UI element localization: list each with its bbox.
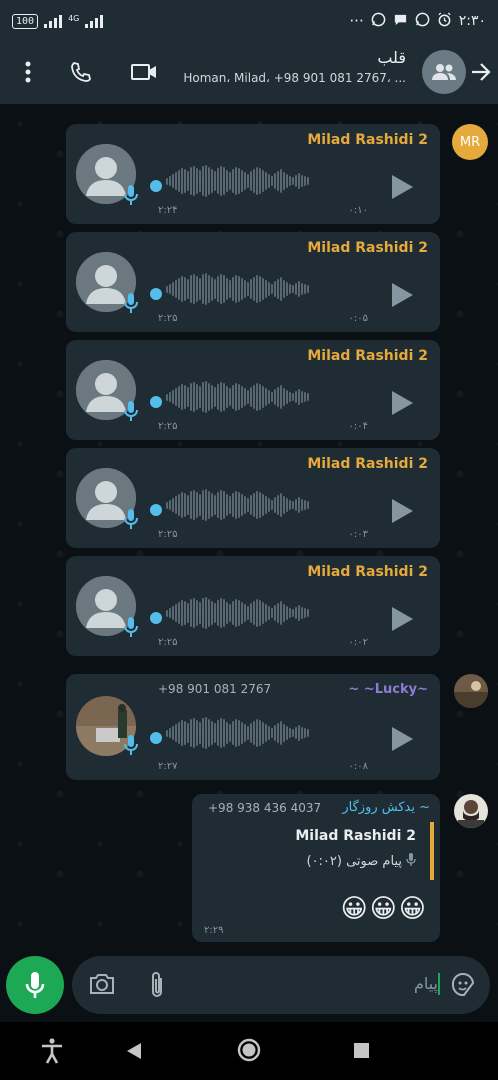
battery-icon: 100 xyxy=(12,13,39,29)
play-icon[interactable] xyxy=(390,606,414,636)
group-avatar[interactable] xyxy=(422,50,466,94)
alarm-icon xyxy=(437,11,452,31)
chat-bubble-icon xyxy=(393,12,408,31)
quoted-mic-icon xyxy=(406,852,416,871)
accessibility-icon[interactable] xyxy=(40,1038,64,1068)
playback-thumb[interactable] xyxy=(150,612,162,624)
voice-duration: ۰:۰۵ xyxy=(348,313,368,324)
sender-name[interactable]: Milad Rashidi 2 xyxy=(307,564,428,580)
mic-icon xyxy=(124,184,138,210)
quoted-sender: Milad Rashidi 2 xyxy=(295,828,416,844)
sender-name[interactable]: Milad Rashidi 2 xyxy=(307,348,428,364)
back-nav-icon[interactable] xyxy=(126,1042,142,1064)
playback-thumb[interactable] xyxy=(150,396,162,408)
recents-nav-icon[interactable] xyxy=(354,1043,369,1058)
quoted-voice-row: پیام صوتی (۰:۰۲) xyxy=(306,852,416,871)
voice-duration: ۰:۰۲ xyxy=(348,637,368,648)
lucky-avatar[interactable] xyxy=(454,674,488,708)
sender-name[interactable]: Milad Rashidi 2 xyxy=(307,456,428,472)
whatsapp-icon xyxy=(371,12,386,31)
more-notifications-icon: ··· xyxy=(349,12,364,30)
play-icon[interactable] xyxy=(390,498,414,528)
home-nav-icon[interactable] xyxy=(237,1038,261,1066)
waveform[interactable] xyxy=(166,486,364,524)
voice-message[interactable]: Milad Rashidi 2 ۰:۱۰ ۲:۲۴ xyxy=(66,124,440,224)
group-members: Homan، Milad، +98 901 081 2767، ... xyxy=(183,71,406,85)
record-voice-button[interactable] xyxy=(6,956,64,1014)
mic-icon xyxy=(124,508,138,534)
quoted-message[interactable]: Milad Rashidi 2 پیام صوتی (۰:۰۲) xyxy=(192,822,434,880)
chat-header: قلب Homan، Milad، +98 901 081 2767، ... xyxy=(0,42,498,104)
message-time: ۲:۲۹ xyxy=(204,925,224,936)
waveform[interactable] xyxy=(166,594,364,632)
group-title: قلب xyxy=(377,48,406,67)
reply-message[interactable]: ~ یدکش روزگار +98 938 436 4037 Milad Ras… xyxy=(192,794,440,942)
waveform[interactable] xyxy=(166,714,364,752)
chat-area[interactable]: MR Milad Rashidi 2 ۰:۱۰ ۲:۲۴ Milad Rashidi … xyxy=(0,104,498,950)
message-time: ۲:۲۵ xyxy=(158,421,178,432)
status-bar: 100 4G ··· ۲:۳۰ xyxy=(0,0,498,42)
play-icon[interactable] xyxy=(390,282,414,312)
chat-title-block[interactable]: قلب Homan، Milad، +98 901 081 2767، ... xyxy=(156,48,406,85)
menu-dots-icon[interactable] xyxy=(16,58,40,86)
mic-icon xyxy=(124,292,138,318)
message-time: ۲:۲۵ xyxy=(158,529,178,540)
voice-message[interactable]: Milad Rashidi 2 ۰:۰۵ ۲:۲۵ xyxy=(66,232,440,332)
waveform[interactable] xyxy=(166,162,364,200)
network-label: 4G xyxy=(68,13,80,23)
voice-duration: ۰:۰۳ xyxy=(348,529,368,540)
voice-duration: ۰:۰۴ xyxy=(348,421,368,432)
message-time: ۲:۲۴ xyxy=(158,205,178,216)
voice-message[interactable]: Milad Rashidi 2 ۰:۰۳ ۲:۲۵ xyxy=(66,448,440,548)
voice-duration: ۰:۰۸ xyxy=(348,761,368,772)
voice-duration: ۰:۱۰ xyxy=(348,205,368,216)
reply-phone: +98 938 436 4037 xyxy=(208,801,322,815)
playback-thumb[interactable] xyxy=(150,732,162,744)
voice-message[interactable]: Milad Rashidi 2 ۰:۰۴ ۲:۲۵ xyxy=(66,340,440,440)
message-time: ۲:۲۵ xyxy=(158,313,178,324)
play-icon[interactable] xyxy=(390,390,414,420)
sender-name[interactable]: Milad Rashidi 2 xyxy=(307,240,428,256)
mic-icon xyxy=(124,400,138,426)
sender-avatar-mr[interactable]: MR xyxy=(452,124,488,160)
playback-thumb[interactable] xyxy=(150,288,162,300)
message-body: 😀😀😀 xyxy=(340,894,428,924)
yadakesh-avatar[interactable] xyxy=(454,794,488,828)
message-time: ۲:۲۷ xyxy=(158,761,178,772)
signal-icon-2 xyxy=(85,14,104,28)
voice-call-icon[interactable] xyxy=(66,58,96,86)
back-arrow-icon[interactable] xyxy=(468,58,494,86)
signal-icon xyxy=(44,14,63,28)
waveform[interactable] xyxy=(166,270,364,308)
message-field[interactable]: پیام xyxy=(72,956,490,1014)
lucky-voice-message[interactable]: ~ ~Lucky~ +98 901 081 2767 ۰:۰۸ ۲:۲۷ xyxy=(66,674,440,780)
system-nav-bar xyxy=(0,1022,498,1080)
attach-icon[interactable] xyxy=(148,970,166,1004)
playback-thumb[interactable] xyxy=(150,504,162,516)
composer: پیام xyxy=(0,950,498,1022)
playback-thumb[interactable] xyxy=(150,180,162,192)
waveform[interactable] xyxy=(166,378,364,416)
avatar-initials: MR xyxy=(459,134,481,150)
reply-sender-name: ~ یدکش روزگار xyxy=(342,800,430,815)
message-time: ۲:۲۵ xyxy=(158,637,178,648)
lucky-sender-name: ~ ~Lucky~ xyxy=(348,682,428,697)
lucky-phone: +98 901 081 2767 xyxy=(158,682,272,696)
voice-message[interactable]: Milad Rashidi 2 ۰:۰۲ ۲:۲۵ xyxy=(66,556,440,656)
sticker-icon[interactable] xyxy=(450,972,476,1002)
mic-icon xyxy=(124,616,138,642)
play-icon[interactable] xyxy=(390,726,414,756)
message-placeholder: پیام xyxy=(413,974,438,993)
clock: ۲:۳۰ xyxy=(458,13,486,29)
mic-icon xyxy=(124,734,138,760)
quoted-text: پیام صوتی (۰:۰۲) xyxy=(306,854,402,869)
camera-icon[interactable] xyxy=(88,972,116,1000)
whatsapp-icon-2 xyxy=(415,12,430,31)
sender-name[interactable]: Milad Rashidi 2 xyxy=(307,132,428,148)
text-caret xyxy=(438,973,440,995)
play-icon[interactable] xyxy=(390,174,414,204)
